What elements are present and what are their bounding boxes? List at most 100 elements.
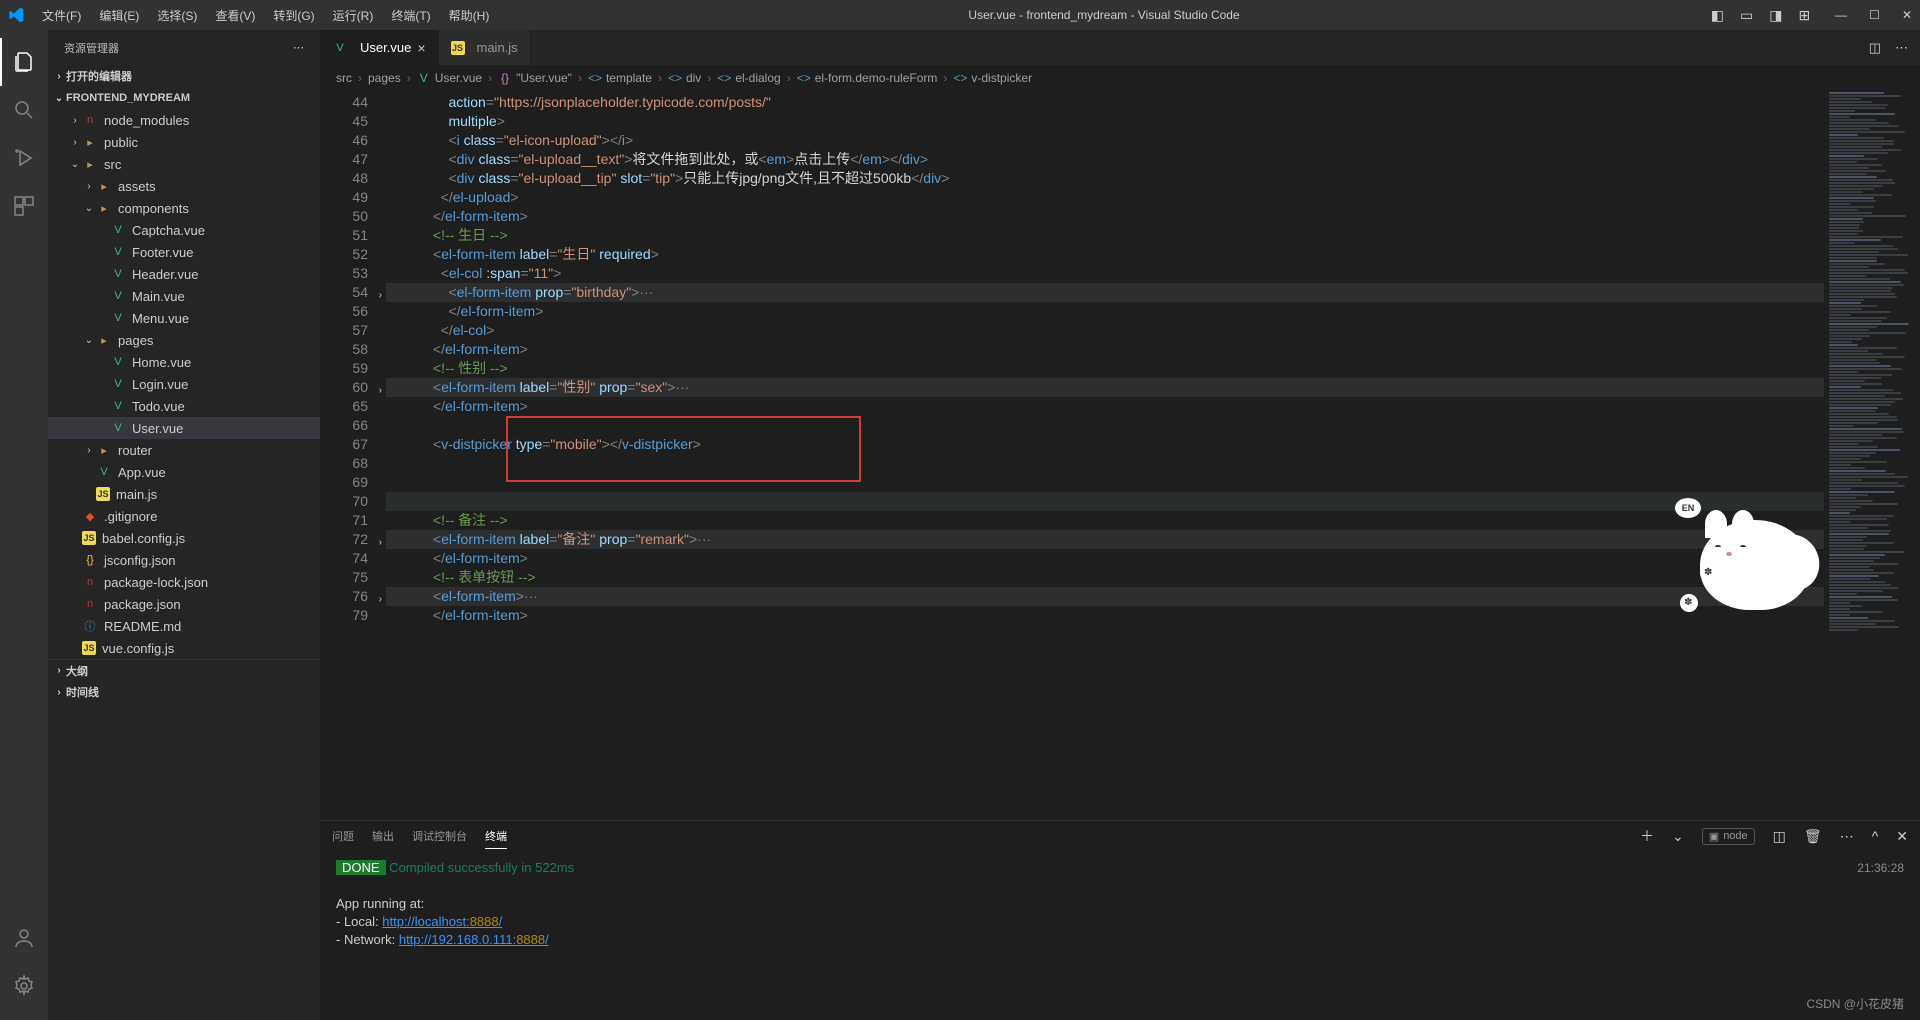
close-tab-icon[interactable]: ×: [417, 40, 425, 56]
trash-icon[interactable]: 🗑: [1804, 828, 1822, 845]
folder-item[interactable]: ⌄▸pages: [48, 329, 320, 351]
fold-icon[interactable]: ›: [379, 381, 382, 400]
breadcrumb-item[interactable]: src: [336, 71, 352, 85]
breadcrumb-item[interactable]: pages: [368, 71, 401, 85]
folder-item[interactable]: ›▸assets: [48, 175, 320, 197]
menu-item[interactable]: 文件(F): [34, 3, 89, 28]
minimize-button[interactable]: —: [1835, 8, 1847, 22]
split-editor-icon[interactable]: ◫: [1869, 40, 1881, 56]
new-terminal-icon[interactable]: ＋: [1640, 826, 1654, 846]
run-debug-activity[interactable]: [0, 134, 48, 182]
explorer-activity[interactable]: [0, 38, 48, 86]
breadcrumb-item[interactable]: {}"User.vue": [498, 71, 572, 85]
maximize-panel-icon[interactable]: ^: [1872, 828, 1879, 844]
close-button[interactable]: ✕: [1902, 8, 1912, 22]
code-line[interactable]: <div class="el-upload__text">将文件拖到此处，或<e…: [386, 150, 1824, 169]
folder-item[interactable]: ›nnode_modules: [48, 109, 320, 131]
code-line[interactable]: <el-form-item label="性别" prop="sex">···: [386, 378, 1824, 397]
file-item[interactable]: VMenu.vue: [48, 307, 320, 329]
terminal-selector[interactable]: ▣ node: [1702, 828, 1755, 845]
panel-tab[interactable]: 问题: [332, 824, 354, 848]
terminal-dropdown-icon[interactable]: ⌄: [1672, 828, 1684, 845]
code-line[interactable]: <el-form-item>···: [386, 587, 1824, 606]
code-line[interactable]: <!-- 生日 -->: [386, 226, 1824, 245]
panel-tab[interactable]: 终端: [485, 824, 507, 849]
breadcrumb-item[interactable]: VUser.vue: [417, 71, 482, 85]
accounts-activity[interactable]: [0, 914, 48, 962]
menu-item[interactable]: 运行(R): [325, 3, 382, 28]
code-content[interactable]: action="https://jsonplaceholder.typicode…: [386, 91, 1824, 820]
sidebar-more-icon[interactable]: ⋯: [293, 41, 304, 54]
project-root[interactable]: ⌄ FRONTEND_MYDREAM: [48, 87, 320, 109]
code-line[interactable]: </el-upload>: [386, 188, 1824, 207]
code-line[interactable]: <!-- 备注 -->: [386, 511, 1824, 530]
minimap[interactable]: [1824, 91, 1920, 820]
terminal-output[interactable]: 21:36:28 DONE Compiled successfully in 5…: [320, 851, 1920, 1020]
file-item[interactable]: VFooter.vue: [48, 241, 320, 263]
code-line[interactable]: [386, 492, 1824, 511]
file-item[interactable]: JSbabel.config.js: [48, 527, 320, 549]
split-terminal-icon[interactable]: ◫: [1773, 828, 1786, 845]
code-editor[interactable]: 4445464748495051525354›5657585960›656667…: [320, 91, 1920, 820]
file-item[interactable]: VHome.vue: [48, 351, 320, 373]
editor-tab[interactable]: JSmain.js: [439, 30, 531, 65]
editor-tab[interactable]: VUser.vue×: [320, 30, 439, 65]
menu-item[interactable]: 转到(G): [265, 3, 322, 28]
breadcrumb-item[interactable]: <>el-form.demo-ruleForm: [797, 71, 938, 85]
menu-item[interactable]: 查看(V): [207, 3, 263, 28]
file-item[interactable]: VLogin.vue: [48, 373, 320, 395]
settings-activity[interactable]: [0, 962, 48, 1010]
menu-item[interactable]: 选择(S): [149, 3, 205, 28]
breadcrumb-item[interactable]: <>div: [668, 71, 701, 85]
code-line[interactable]: </el-form-item>: [386, 397, 1824, 416]
code-line[interactable]: </el-form-item>: [386, 340, 1824, 359]
file-item[interactable]: npackage.json: [48, 593, 320, 615]
file-item[interactable]: npackage-lock.json: [48, 571, 320, 593]
code-line[interactable]: <el-form-item label="备注" prop="remark">·…: [386, 530, 1824, 549]
folder-item[interactable]: ›▸public: [48, 131, 320, 153]
code-line[interactable]: <!-- 性别 -->: [386, 359, 1824, 378]
menu-item[interactable]: 终端(T): [383, 3, 438, 28]
more-actions-icon[interactable]: ⋯: [1895, 40, 1908, 56]
code-line[interactable]: <i class="el-icon-upload"></i>: [386, 131, 1824, 150]
breadcrumb-item[interactable]: <>template: [588, 71, 652, 85]
panel-right-icon[interactable]: ◨: [1769, 7, 1782, 24]
breadcrumb-item[interactable]: <>v-distpicker: [953, 71, 1032, 85]
file-item[interactable]: JSmain.js: [48, 483, 320, 505]
code-line[interactable]: </el-form-item>: [386, 549, 1824, 568]
code-line[interactable]: </el-form-item>: [386, 207, 1824, 226]
more-icon[interactable]: ⋯: [1840, 828, 1854, 845]
maximize-button[interactable]: ☐: [1869, 8, 1880, 22]
breadcrumb-item[interactable]: <>el-dialog: [717, 71, 780, 85]
panel-bottom-icon[interactable]: ▭: [1740, 7, 1753, 24]
file-item[interactable]: VHeader.vue: [48, 263, 320, 285]
panel-tab[interactable]: 调试控制台: [412, 824, 467, 848]
folder-item[interactable]: ⌄▸src: [48, 153, 320, 175]
code-line[interactable]: [386, 454, 1824, 473]
code-line[interactable]: [386, 473, 1824, 492]
timeline-section[interactable]: › 时间线: [48, 681, 320, 703]
breadcrumbs[interactable]: src›pages›VUser.vue›{}"User.vue"›<>templ…: [320, 65, 1920, 91]
file-item[interactable]: ◆.gitignore: [48, 505, 320, 527]
code-line[interactable]: <div class="el-upload__tip" slot="tip">只…: [386, 169, 1824, 188]
layout-grid-icon[interactable]: ⊞: [1798, 7, 1810, 24]
code-line[interactable]: <!-- 表单按钮 -->: [386, 568, 1824, 587]
fold-icon[interactable]: ›: [379, 286, 382, 305]
fold-icon[interactable]: ›: [379, 533, 382, 552]
close-panel-icon[interactable]: ✕: [1896, 828, 1908, 845]
search-activity[interactable]: [0, 86, 48, 134]
code-line[interactable]: multiple>: [386, 112, 1824, 131]
file-item[interactable]: {}jsconfig.json: [48, 549, 320, 571]
file-item[interactable]: VMain.vue: [48, 285, 320, 307]
file-item[interactable]: VUser.vue: [48, 417, 320, 439]
code-line[interactable]: action="https://jsonplaceholder.typicode…: [386, 93, 1824, 112]
code-line[interactable]: </el-form-item>: [386, 302, 1824, 321]
menu-item[interactable]: 编辑(E): [91, 3, 147, 28]
outline-section[interactable]: › 大纲: [48, 659, 320, 681]
code-line[interactable]: <el-form-item prop="birthday">···: [386, 283, 1824, 302]
code-line[interactable]: </el-col>: [386, 321, 1824, 340]
code-line[interactable]: <v-distpicker type="mobile"></v-distpick…: [386, 435, 1824, 454]
fold-icon[interactable]: ›: [379, 590, 382, 609]
folder-item[interactable]: ›▸router: [48, 439, 320, 461]
code-line[interactable]: [386, 416, 1824, 435]
